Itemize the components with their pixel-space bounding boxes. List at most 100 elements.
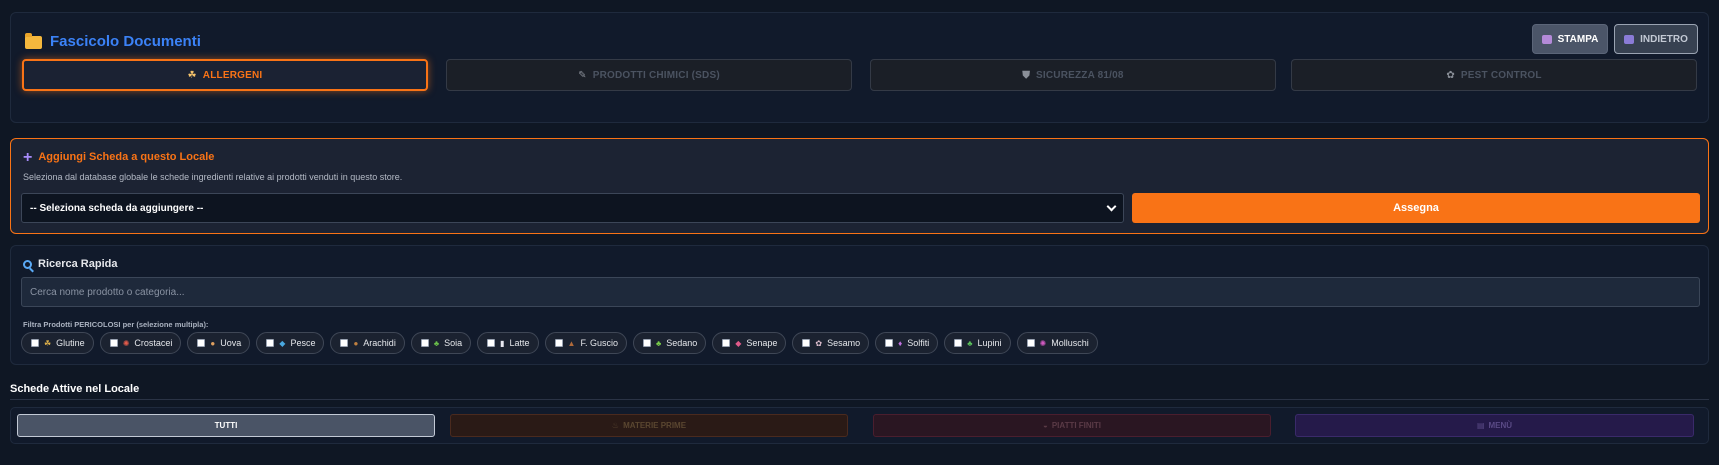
filter-tab-raw-materials[interactable]: ♨ MATERIE PRIME <box>450 414 848 437</box>
allergen-chip-uova[interactable]: ● Uova <box>187 332 251 354</box>
checkbox[interactable] <box>885 339 894 347</box>
filter-tab-menu[interactable]: ▤ MENÙ <box>1295 414 1694 437</box>
allergen-chip-pesce[interactable]: ◆ Pesce <box>256 332 325 354</box>
sheet-select[interactable]: -- Seleziona scheda da aggiungere -- <box>21 193 1124 223</box>
allergen-chip-label: Crostacei <box>134 338 173 348</box>
mustard-icon: ◆ <box>735 338 742 348</box>
quick-search-card: Ricerca Rapida Filtra Prodotti PERICOLOS… <box>10 245 1709 365</box>
print-button[interactable]: STAMPA <box>1532 24 1608 54</box>
checkbox[interactable] <box>109 339 118 347</box>
checkbox[interactable] <box>722 339 731 347</box>
allergen-chip-molluschi[interactable]: ✺ Molluschi <box>1016 332 1098 354</box>
tab-prodotti-chimici[interactable]: ✎ PRODOTTI CHIMICI (SDS) <box>446 59 852 91</box>
tab-allergeni-label: ALLERGENI <box>202 69 263 81</box>
search-icon <box>23 259 32 269</box>
crab-icon: ✺ <box>122 338 130 348</box>
allergen-chip-label: Lupini <box>977 338 1002 348</box>
allergen-chip-glutine[interactable]: ☘ Glutine <box>21 332 94 354</box>
allergen-chip-soia[interactable]: ♣ Soia <box>410 332 472 354</box>
egg-icon: ● <box>210 338 216 348</box>
allergen-chip-crostacei[interactable]: ✺ Crostacei <box>99 332 182 354</box>
checkbox[interactable] <box>420 339 429 347</box>
allergen-chip-label: F. Guscio <box>580 338 618 348</box>
allergen-chip-solfiti[interactable]: ♦ Solfiti <box>875 332 939 354</box>
soy-icon: ♣ <box>433 338 440 348</box>
search-title: Ricerca Rapida <box>23 258 117 270</box>
allergen-chip-label: Uova <box>220 338 242 348</box>
octopus-icon: ✺ <box>1039 338 1047 348</box>
allergen-filter-chips: ☘ Glutine ✺ Crostacei ● Uova ◆ Pesce ● A… <box>21 332 1098 354</box>
allergen-chip-latte[interactable]: ▮ Latte <box>477 332 539 354</box>
allergen-chip-arachidi[interactable]: ● Arachidi <box>330 332 405 354</box>
assign-title-text: Aggiungi Scheda a questo Locale <box>38 151 215 163</box>
wheat-icon: ☘ <box>44 338 52 348</box>
checkbox[interactable] <box>340 339 349 347</box>
filter-tab-dish-label: PIATTI FINITI <box>1051 421 1102 430</box>
chevron-down-icon <box>1106 201 1117 211</box>
checkbox[interactable] <box>31 339 39 347</box>
tab-pest-control-label: PEST CONTROL <box>1460 69 1542 81</box>
wine-icon: ♦ <box>898 338 903 348</box>
sheet-select-value: -- Seleziona scheda da aggiungere -- <box>30 202 204 214</box>
print-button-label: STAMPA <box>1557 33 1599 45</box>
allergen-chip-label: Sesamo <box>827 338 861 348</box>
tab-allergeni[interactable]: ☘ ALLERGENI <box>22 59 428 91</box>
printer-icon <box>1541 34 1552 44</box>
flame-icon: ♨ <box>611 421 620 430</box>
peanut-icon: ● <box>353 338 359 348</box>
checkbox[interactable] <box>1026 339 1035 347</box>
allergen-chip-f-guscio[interactable]: ▲ F. Guscio <box>544 332 627 354</box>
pest-icon: ✿ <box>1446 69 1455 81</box>
allergen-chip-label: Senape <box>746 338 778 348</box>
plus-icon: + <box>23 148 33 166</box>
checkbox[interactable] <box>197 339 206 347</box>
allergen-chip-label: Solfiti <box>907 338 930 348</box>
checkbox[interactable] <box>642 339 651 347</box>
allergen-chip-label: Molluschi <box>1051 338 1089 348</box>
sheet-filter-card: TUTTI ♨ MATERIE PRIME ◒ PIATTI FINITI ▤ … <box>10 407 1709 444</box>
checkbox[interactable] <box>954 339 963 347</box>
checkbox[interactable] <box>487 339 496 347</box>
allergen-chip-sesamo[interactable]: ✿ Sesamo <box>792 332 870 354</box>
fish-icon: ◆ <box>279 338 286 348</box>
menu-icon: ▤ <box>1476 421 1485 430</box>
allergen-chip-lupini[interactable]: ♣ Lupini <box>944 332 1011 354</box>
page-title: Fascicolo Documenti <box>25 29 201 53</box>
assign-button[interactable]: Assegna <box>1132 193 1700 223</box>
sesame-icon: ✿ <box>815 338 823 348</box>
allergen-chip-sedano[interactable]: ♣ Sedano <box>632 332 707 354</box>
tab-sicurezza[interactable]: ⛊ SICUREZZA 81/08 <box>870 59 1276 91</box>
assign-sheet-card: + Aggiungi Scheda a questo Locale Selezi… <box>10 138 1709 234</box>
allergen-chip-label: Arachidi <box>363 338 396 348</box>
filter-tab-menu-label: MENÙ <box>1488 421 1513 430</box>
checkbox[interactable] <box>266 339 275 347</box>
allergen-chip-label: Sedano <box>666 338 698 348</box>
filter-tab-raw-label: MATERIE PRIME <box>623 421 687 430</box>
back-button[interactable]: INDIETRO <box>1614 24 1698 54</box>
tab-sicurezza-label: SICUREZZA 81/08 <box>1036 69 1124 81</box>
dish-icon: ◒ <box>1042 421 1048 430</box>
active-sheets-title: Schede Attive nel Locale <box>10 383 140 395</box>
allergen-chip-senape[interactable]: ◆ Senape <box>712 332 787 354</box>
milk-icon: ▮ <box>500 338 505 348</box>
assign-description: Seleziona dal database globale le schede… <box>23 172 403 182</box>
pencil-icon: ✎ <box>578 69 587 81</box>
filter-tab-all[interactable]: TUTTI <box>17 414 435 437</box>
shield-icon: ⛊ <box>1022 69 1031 81</box>
page-title-text: Fascicolo Documenti <box>50 32 201 50</box>
back-icon <box>1624 34 1635 44</box>
celery-icon: ♣ <box>655 338 662 348</box>
search-input[interactable] <box>21 277 1700 307</box>
checkbox[interactable] <box>554 339 563 347</box>
allergen-icon: ☘ <box>187 69 197 81</box>
filter-tab-finished-dishes[interactable]: ◒ PIATTI FINITI <box>873 414 1271 437</box>
documents-header-card: Fascicolo Documenti STAMPA INDIETRO ☘ AL… <box>10 12 1709 123</box>
nut-icon: ▲ <box>567 338 576 348</box>
tab-prodotti-chimici-label: PRODOTTI CHIMICI (SDS) <box>592 69 720 81</box>
back-button-label: INDIETRO <box>1640 33 1688 45</box>
checkbox[interactable] <box>802 339 811 347</box>
tab-pest-control[interactable]: ✿ PEST CONTROL <box>1291 59 1697 91</box>
folder-icon <box>25 32 42 49</box>
allergen-chip-label: Soia <box>444 338 463 348</box>
lupin-icon: ♣ <box>967 338 973 348</box>
